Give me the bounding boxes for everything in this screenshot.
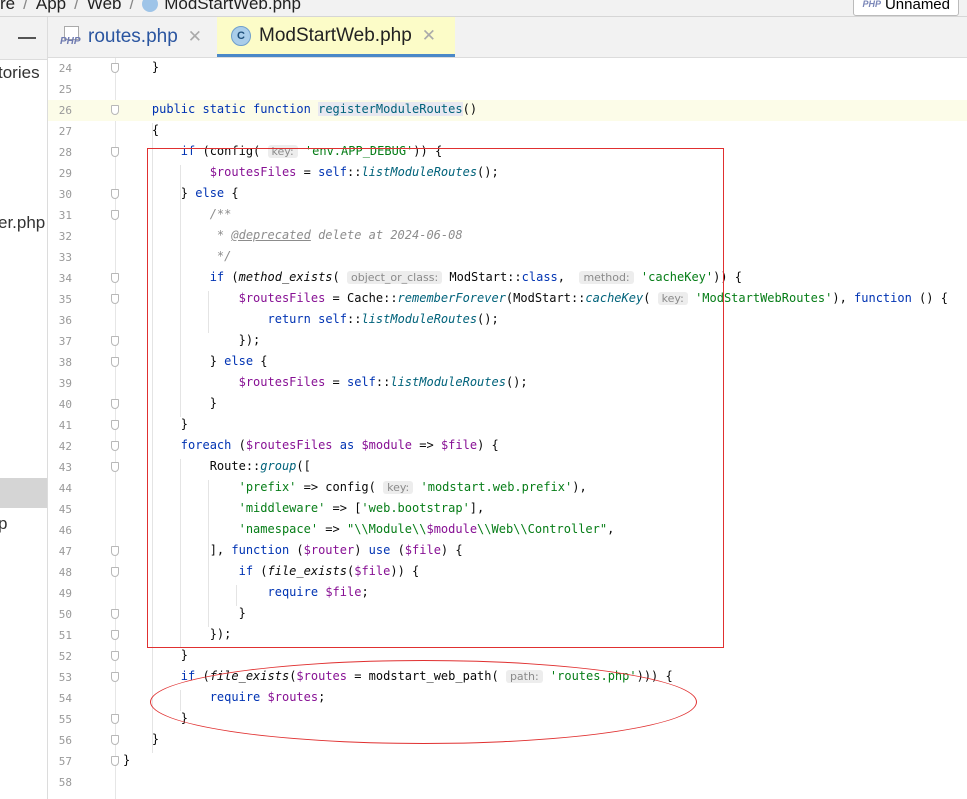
line-number: 53 [58,671,72,684]
fold-marker-icon[interactable] [111,567,119,577]
code-text: { [123,123,160,137]
run-configuration-selector[interactable]: PHP Unnamed [853,0,959,16]
code-text: } [123,732,160,746]
php-file-icon: PHP [862,0,881,9]
code-line[interactable]: 57} [48,751,967,772]
line-number: 32 [58,230,72,243]
fold-marker-icon[interactable] [111,672,119,682]
fold-marker-icon[interactable] [111,630,119,640]
line-number: 31 [58,209,72,222]
fold-marker-icon[interactable] [111,273,119,283]
code-line[interactable]: 25 [48,79,967,100]
fold-marker-icon[interactable] [111,189,119,199]
fold-marker-icon[interactable] [111,735,119,745]
breadcrumb-separator: / [23,0,28,13]
code-text: } [123,648,189,662]
fold-marker-icon[interactable] [111,336,119,346]
line-number: 52 [58,650,72,663]
editor-tab-bar: PHP routes.php ✕ C ModStartWeb.php ✕ [48,17,967,58]
fold-marker-icon[interactable] [111,441,119,451]
code-text: } [123,60,160,74]
close-icon[interactable]: ✕ [422,26,436,46]
code-line[interactable]: 24 } [48,58,967,79]
collapse-all-icon[interactable] [18,37,36,39]
breadcrumb-separator: / [129,0,135,13]
line-number: 45 [58,503,72,516]
line-number: 50 [58,608,72,621]
code-line[interactable]: 27 { [48,121,967,142]
line-number: 47 [58,545,72,558]
line-number: 46 [58,524,72,537]
tab-modstartweb-php[interactable]: C ModStartWeb.php ✕ [217,17,455,57]
line-number: 57 [58,755,72,768]
line-number: 38 [58,356,72,369]
code-line[interactable]: 58 [48,772,967,793]
fold-marker-icon[interactable] [111,462,119,472]
breadcrumb-item[interactable]: re [0,0,15,14]
line-number: 42 [58,440,72,453]
line-number: 43 [58,461,72,474]
project-tree-item[interactable]: er.php [0,213,45,233]
class-icon [142,0,159,12]
project-tree-item[interactable]: tories [0,63,40,83]
fold-marker-icon[interactable] [111,714,119,724]
line-number: 58 [58,776,72,789]
tab-routes-php[interactable]: PHP routes.php ✕ [60,17,220,57]
line-number: 56 [58,734,72,747]
fold-marker-icon[interactable] [111,420,119,430]
annotation-rectangle [147,148,724,648]
line-number: 55 [58,713,72,726]
breadcrumb-item[interactable]: App [36,0,66,14]
fold-marker-icon[interactable] [111,399,119,409]
line-number: 35 [58,293,72,306]
line-number: 41 [58,419,72,432]
line-number: 30 [58,188,72,201]
line-number: 51 [58,629,72,642]
breadcrumb-item[interactable]: ModStartWeb.php [164,0,301,14]
close-icon[interactable]: ✕ [188,27,202,47]
line-number: 33 [58,251,72,264]
project-tree-selected-row[interactable] [0,478,47,508]
line-number: 48 [58,566,72,579]
project-panel-header [0,17,47,60]
line-number: 44 [58,482,72,495]
breadcrumb-item[interactable]: Web [87,0,122,14]
fold-marker-icon[interactable] [111,147,119,157]
fold-marker-icon[interactable] [111,651,119,661]
breadcrumb: re / App / Web / ModStartWeb.php PHP Unn… [0,0,967,17]
fold-marker-icon[interactable] [111,294,119,304]
class-icon: C [231,25,251,46]
fold-marker-icon[interactable] [111,756,119,766]
project-panel: tories er.php p [0,17,48,799]
line-number: 24 [58,62,72,75]
fold-marker-icon[interactable] [111,210,119,220]
run-configuration-label: Unnamed [884,0,950,13]
line-number: 27 [58,125,72,138]
line-number: 54 [58,692,72,705]
code-line[interactable]: 26 public static function registerModule… [48,100,967,121]
code-text: public static function registerModuleRou… [151,102,478,116]
line-number: 29 [58,167,72,180]
line-number: 37 [58,335,72,348]
line-number: 26 [58,104,72,117]
breadcrumb-separator: / [74,0,79,13]
fold-marker-icon[interactable] [111,546,119,556]
line-number: 39 [58,377,72,390]
fold-marker-icon[interactable] [111,609,119,619]
tab-label: routes.php [88,26,178,47]
code-text: } [123,753,131,767]
tab-label: ModStartWeb.php [259,24,412,46]
php-file-icon: PHP [60,26,82,48]
line-number: 40 [58,398,72,411]
annotation-ellipse [150,660,697,744]
project-tree-item[interactable]: p [0,514,7,534]
fold-marker-icon[interactable] [111,105,119,115]
fold-marker-icon[interactable] [111,63,119,73]
fold-marker-icon[interactable] [111,357,119,367]
line-number: 28 [58,146,72,159]
line-number: 25 [58,83,72,96]
line-number: 34 [58,272,72,285]
line-number: 36 [58,314,72,327]
line-number: 49 [58,587,72,600]
